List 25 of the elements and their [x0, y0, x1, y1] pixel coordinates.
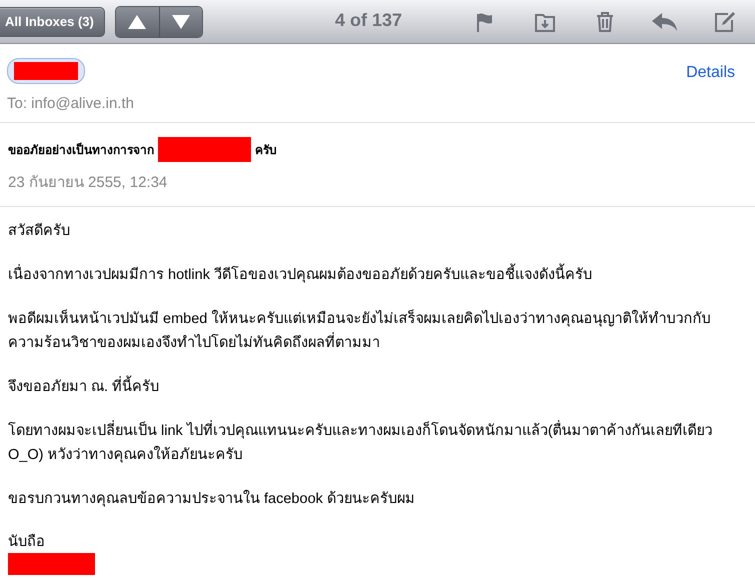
body-paragraph: สวัสดีครับ: [8, 222, 71, 241]
down-triangle-icon: [172, 14, 190, 28]
compose-icon: [714, 10, 736, 32]
recipient-line: To: info@alive.in.th: [7, 95, 134, 112]
subject-text: ขออภัยอย่างเป็นทางการจาก: [8, 142, 154, 159]
redaction-mark: [14, 62, 78, 80]
reply-icon: [652, 12, 678, 30]
back-button[interactable]: All Inboxes (3): [0, 6, 105, 36]
next-button[interactable]: [158, 6, 202, 36]
message-counter: 4 of 137: [335, 10, 402, 31]
up-triangle-icon: [128, 14, 146, 28]
body-paragraph: ขอรบกวนทางคุณลบข้อความประจานใน facebook ด้วยนะครับผม: [8, 488, 416, 509]
signoff-text: นับถือ: [8, 532, 46, 552]
body-paragraph: โดยทางผมจะเปลี่ยนเป็น link ไปที่เวปคุณแทนนะครับและทางผมเองก็โดนจัดหนักมาแล้ว(ตื่นมาตาค้างกันเลยทีเดียว O_O) หวังว่าทางคุณคงให้อภัยนะครับ: [8, 419, 725, 467]
details-link[interactable]: Details: [686, 64, 735, 82]
flag-icon: [476, 12, 494, 32]
previous-button[interactable]: [116, 6, 159, 36]
date-text: 23 กันยายน 2555, 12:34: [8, 173, 168, 193]
subject-text: ครับ: [255, 142, 277, 159]
body-paragraph: พอดีผมเห็นหน้าเวปมันมี embed ให้หนะครับแต่เหมือนจะยังไม่เสร็จผมเลยคิดไปเองว่าทางคุณอนุญาติให้ทำบวกกับความร้อนวิชาของผมเองจึงทำไปโดยไม่ทันคิดถึงผลที่ตามมา: [8, 308, 712, 353]
body-paragraph: เนื่องจากทางเวปผมมีการ hotlink วีดีโอของเวปคุณผมต้องขออภัยด้วยครับและขอชี้แจงดังนี้ครับ: [8, 263, 725, 287]
folder-icon: [535, 12, 555, 32]
sender-chip[interactable]: [7, 58, 85, 84]
body-paragraph: จึงขออภัยมา ณ. ที่นี้ครับ: [8, 375, 725, 399]
trash-icon: [596, 12, 614, 32]
